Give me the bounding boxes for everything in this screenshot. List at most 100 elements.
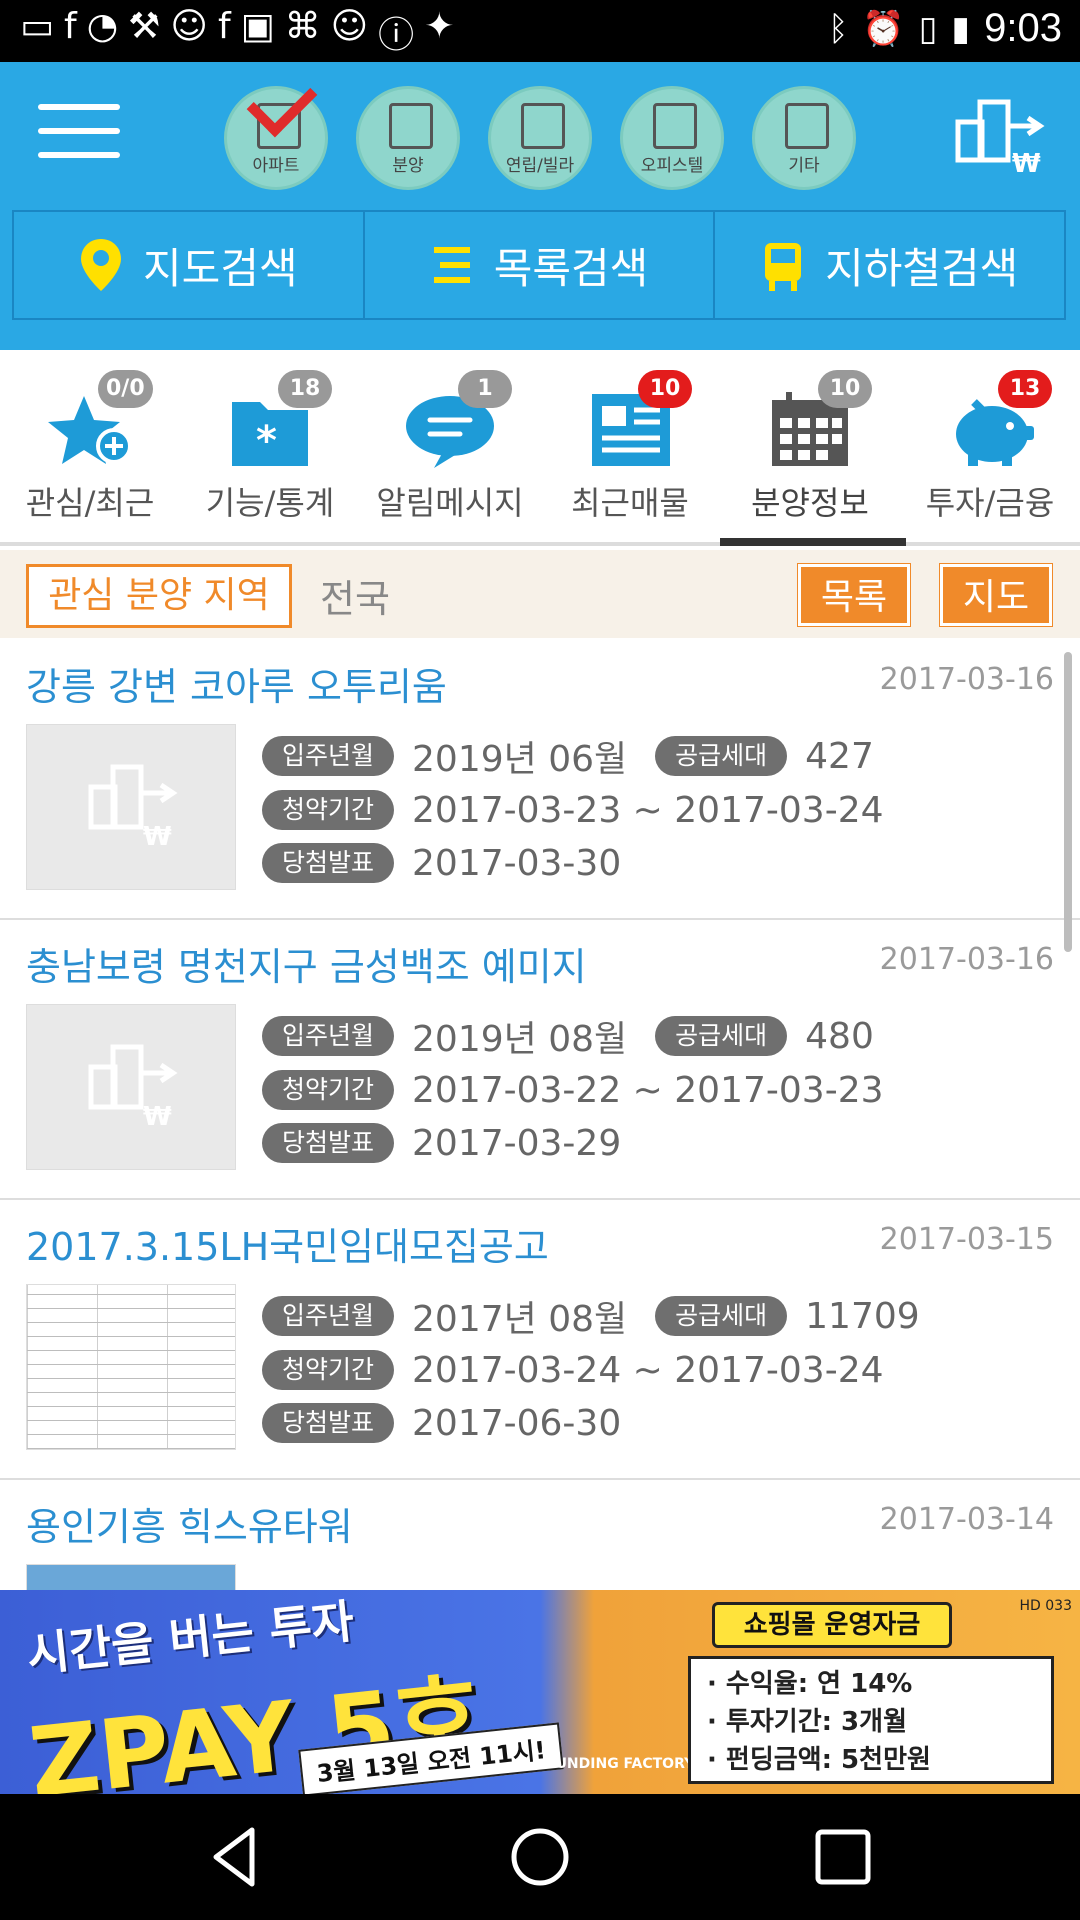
listing-date: 2017-03-15 [879, 1222, 1054, 1257]
type-other-button[interactable]: 기타 [752, 86, 856, 190]
recents-icon[interactable] [808, 1822, 878, 1892]
move-in-pill: 입주년월 [262, 1016, 395, 1056]
type-label: 오피스텔 [640, 156, 704, 176]
tab-notifications[interactable]: 1 알림메시지 [360, 350, 540, 546]
svg-text:₩: ₩ [143, 1102, 172, 1131]
ad-detail-line: · 펀딩금액: 5천만원 [707, 1745, 931, 1775]
search-mode-label: 지도검색 [143, 243, 298, 293]
subway-search-button[interactable]: 지하철검색 [715, 212, 1064, 318]
type-villa-button[interactable]: 연립/빌라 [488, 86, 592, 190]
map-search-button[interactable]: 지도검색 [14, 212, 365, 318]
list-item[interactable]: 강릉 강변 코아루 오투리움 2017-03-16 ₩ 입주년월 2019년 0… [0, 640, 1080, 920]
svg-text:₩: ₩ [1012, 149, 1041, 176]
type-label: 연립/빌라 [505, 156, 575, 176]
tab-label: 알림메시지 [376, 484, 524, 522]
tab-label: 관심/최근 [25, 484, 155, 522]
listing-date: 2017-03-16 [879, 662, 1054, 697]
ad-detail-line: · 수익율: 연 14% [707, 1669, 913, 1699]
list-icon [433, 247, 470, 283]
list-view-button[interactable]: 목록 [798, 564, 910, 626]
move-in-pill: 입주년월 [262, 1296, 395, 1336]
ad-detail-line: · 투자기간: 3개월 [707, 1707, 907, 1737]
subscription-value: 2017-03-22 ~ 2017-03-23 [412, 1069, 884, 1111]
subscription-value: 2017-03-23 ~ 2017-03-24 [412, 789, 884, 831]
list-item[interactable]: 충남보령 명천지구 금성백조 예미지 2017-03-16 ₩ 입주년월 201… [0, 920, 1080, 1200]
announcement-value: 2017-03-30 [412, 842, 622, 884]
listing-thumbnail [26, 1284, 236, 1450]
presale-list[interactable]: 강릉 강변 코아루 오투리움 2017-03-16 ₩ 입주년월 2019년 0… [0, 640, 1080, 1590]
building-icon [653, 103, 697, 149]
search-mode-label: 지하철검색 [825, 243, 1019, 293]
supply-pill: 공급세대 [655, 736, 788, 776]
timer-icon: ◔ [86, 6, 119, 47]
buildings-won-icon[interactable]: ₩ [950, 96, 1050, 176]
type-label: 기타 [788, 156, 820, 176]
fake-gps-icon: ✦ [424, 6, 455, 47]
system-nav-bar [0, 1794, 1080, 1920]
info-icon: ⓘ [378, 15, 415, 56]
house-icon [521, 103, 565, 149]
badge: 10 [638, 370, 692, 408]
listing-thumbnail: ₩ [26, 724, 236, 890]
tab-features[interactable]: * 18 기능/통계 [180, 350, 360, 546]
list-item[interactable]: 용인기흥 힉스유타워 2017-03-14 [0, 1480, 1080, 1590]
tab-presale-info[interactable]: 10 분양정보 [720, 350, 900, 546]
move-in-value: 2017년 08월 [412, 1299, 628, 1340]
ad-brand: FUNDING FACTORY [546, 1756, 695, 1772]
svg-text:*: * [256, 418, 277, 464]
supply-value: 427 [805, 735, 874, 777]
home-icon[interactable] [505, 1822, 575, 1892]
supply-value: 480 [805, 1015, 874, 1057]
listing-date: 2017-03-14 [879, 1502, 1054, 1537]
region-filter-button[interactable]: 관심 분양 지역 [26, 564, 292, 628]
search-mode-bar: 지도검색 목록검색 지하철검색 [12, 210, 1066, 320]
alarm-icon: ⏰ [862, 8, 905, 49]
region-value: 전국 [320, 577, 390, 621]
active-tab-indicator [720, 538, 906, 546]
list-search-button[interactable]: 목록검색 [365, 212, 716, 318]
facebook-icon: f [217, 6, 231, 47]
list-scrollbar[interactable] [1064, 652, 1072, 952]
subscription-pill: 청약기간 [262, 1070, 395, 1110]
battery-icon: ▮ [951, 8, 971, 49]
buildings-placeholder-icon: ₩ [88, 764, 178, 851]
listing-thumbnail: ₩ [26, 1004, 236, 1170]
supply-value: 11709 [805, 1295, 920, 1337]
ad-banner[interactable]: 시간을 버는 투자 ZPAY 5호 3월 13일 오전 11시! FUNDING… [0, 1590, 1080, 1794]
map-view-button[interactable]: 지도 [940, 564, 1052, 626]
supply-pill: 공급세대 [655, 1296, 788, 1336]
tab-recent-listings[interactable]: 10 최근매물 [540, 350, 720, 546]
qt-icon: ▣ [240, 6, 275, 47]
back-icon[interactable] [202, 1822, 272, 1892]
buildings-placeholder-icon: ₩ [88, 1044, 178, 1131]
type-officetel-button[interactable]: 오피스텔 [620, 86, 724, 190]
category-tabs: 0/0 관심/최근 * 18 기능/통계 1 알림메시지 10 최근매물 10 … [0, 350, 1080, 546]
announcement-pill: 당첨발표 [262, 1123, 395, 1163]
subscription-pill: 청약기간 [262, 1350, 395, 1390]
tab-label: 분양정보 [751, 484, 869, 522]
move-in-value: 2019년 08월 [412, 1019, 628, 1060]
message-icon: ▭ [20, 6, 55, 47]
badge: 0/0 [98, 370, 153, 408]
app-icon: ⌘ [284, 6, 321, 47]
svg-text:₩: ₩ [143, 822, 172, 851]
status-clock: 9:03 [984, 6, 1062, 50]
move-in-value: 2019년 06월 [412, 739, 628, 780]
tab-favorites[interactable]: 0/0 관심/최근 [0, 350, 180, 546]
map-pin-icon [81, 239, 122, 291]
grid-icon [785, 103, 829, 149]
ad-code: HD 033 [1019, 1598, 1072, 1614]
smiley-icon: ☺ [170, 6, 208, 47]
wrench-icon: ⚒ [128, 6, 161, 47]
tab-investment[interactable]: 13 투자/금융 [900, 350, 1080, 546]
supply-pill: 공급세대 [655, 1016, 788, 1056]
vibrate-icon: ▯ [918, 8, 938, 49]
app-header: 아파트 분양 연립/빌라 오피스텔 기타 ₩ 지도검색 목록검색 지하철검색 [0, 62, 1080, 350]
list-item[interactable]: 2017.3.15LH국민임대모집공고 2017-03-15 입주년월 2017… [0, 1200, 1080, 1480]
type-presale-button[interactable]: 분양 [356, 86, 460, 190]
tab-label: 투자/금융 [925, 484, 1055, 522]
menu-icon[interactable] [38, 104, 120, 166]
listing-date: 2017-03-16 [879, 942, 1054, 977]
smiley-icon: ☺ [330, 6, 369, 47]
badge: 1 [458, 370, 512, 408]
